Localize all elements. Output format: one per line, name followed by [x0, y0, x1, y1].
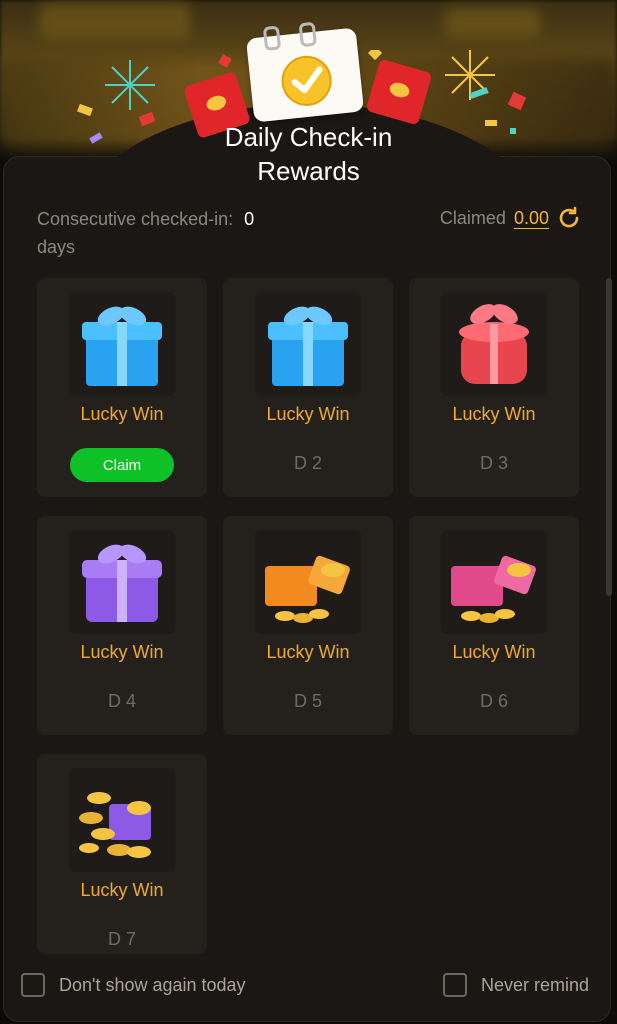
consecutive-checkin-stat: Consecutive checked-in: 0 days: [37, 205, 297, 261]
background-button-blur: [445, 8, 540, 38]
scrollbar[interactable]: [606, 278, 612, 596]
reward-label: Lucky Win: [80, 642, 164, 662]
reward-day: D 6: [479, 691, 508, 711]
reward-card-day-7[interactable]: Lucky Win D 7: [37, 754, 207, 954]
reward-day: D 7: [107, 929, 136, 949]
dont-show-again-option[interactable]: Don't show again today: [21, 973, 246, 997]
reward-image: [441, 530, 547, 634]
reward-label: Lucky Win: [452, 642, 536, 662]
reward-label: Lucky Win: [266, 642, 350, 662]
reward-day: D 2: [293, 453, 322, 473]
reward-label: Lucky Win: [80, 404, 164, 424]
days-label: days: [37, 237, 76, 257]
reward-card-day-3[interactable]: Lucky Win D 3: [409, 278, 579, 497]
consecutive-value: 0: [244, 209, 255, 229]
modal-title: Daily Check-in Rewards: [224, 122, 393, 186]
orange-gift-coins-icon: [265, 555, 350, 623]
reward-image: [69, 292, 175, 396]
reward-day: D 4: [107, 691, 136, 711]
reward-image: [255, 530, 361, 634]
refresh-icon[interactable]: [557, 206, 581, 230]
claim-button[interactable]: Claim: [70, 448, 174, 482]
calendar-check-icon: [245, 21, 365, 123]
background-logo-blur: [40, 4, 190, 40]
reward-image: [255, 292, 361, 396]
purple-gift-icon: [82, 544, 162, 622]
claimed-label: Claimed: [439, 208, 506, 228]
dont-show-checkbox[interactable]: [21, 973, 45, 997]
reward-image: [441, 292, 547, 396]
reward-image: [69, 768, 175, 872]
blue-gift-icon: [82, 306, 162, 386]
reward-card-day-4[interactable]: Lucky Win D 4: [37, 516, 207, 735]
reward-label: Lucky Win: [266, 404, 350, 424]
reward-card-day-6[interactable]: Lucky Win D 6: [409, 516, 579, 735]
reward-image: [69, 530, 175, 634]
reward-day: D 3: [479, 453, 508, 473]
reward-label: Lucky Win: [80, 880, 164, 900]
reward-day: D 5: [293, 691, 322, 711]
reward-card-day-5[interactable]: Lucky Win D 5: [223, 516, 393, 735]
reward-label: Lucky Win: [452, 404, 536, 424]
claimed-value: 0.00: [513, 208, 549, 228]
consecutive-label: Consecutive checked-in:: [37, 209, 234, 229]
claimed-stat: Claimed 0.00: [440, 205, 581, 231]
gold-coins-gift-icon: [79, 792, 151, 858]
never-remind-option[interactable]: Never remind: [443, 973, 589, 997]
red-gift-box-icon: [459, 304, 529, 384]
never-remind-checkbox[interactable]: [443, 973, 467, 997]
blue-gift-icon: [268, 306, 348, 386]
dont-show-label: Don't show again today: [59, 974, 246, 995]
never-remind-label: Never remind: [481, 974, 590, 995]
reward-card-day-2[interactable]: Lucky Win D 2: [223, 278, 393, 497]
reward-card-day-1[interactable]: Lucky Win Claim: [37, 278, 207, 497]
pink-gift-coins-icon: [451, 555, 536, 623]
